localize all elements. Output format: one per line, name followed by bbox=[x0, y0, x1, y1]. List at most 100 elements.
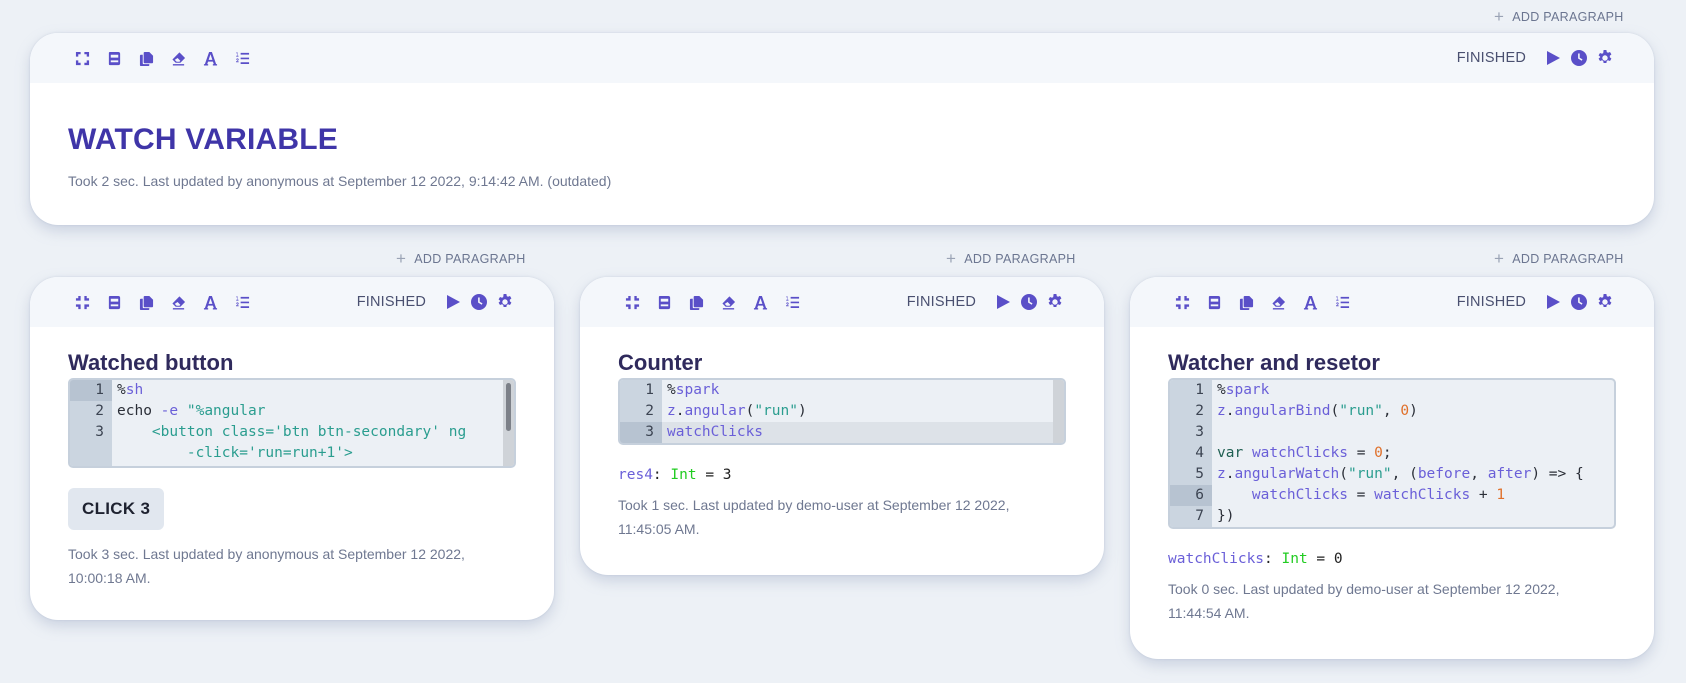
add-paragraph-label: ADD PARAGRAPH bbox=[964, 251, 1076, 266]
scrollbar-thumb[interactable] bbox=[506, 383, 511, 431]
play-icon[interactable] bbox=[994, 293, 1012, 311]
code-line: watchClicks bbox=[662, 422, 1064, 443]
code-lines: %spark z.angular("run") watchClicks bbox=[662, 380, 1064, 443]
code-line: %sh bbox=[117, 382, 144, 398]
line-number: 1 bbox=[645, 382, 654, 398]
code-line: z.angularBind("run", 0) bbox=[1217, 403, 1418, 419]
code-line: var watchClicks = 0; bbox=[1217, 445, 1392, 461]
font-icon[interactable] bbox=[194, 292, 226, 312]
result-variable: res4 bbox=[618, 467, 653, 483]
copy-icon[interactable] bbox=[1230, 292, 1262, 312]
add-paragraph-label: ADD PARAGRAPH bbox=[1512, 9, 1624, 24]
line-numbers-icon[interactable] bbox=[226, 48, 258, 68]
eraser-icon[interactable] bbox=[162, 292, 194, 312]
code-lines: %spark z.angularBind("run", 0) var watch… bbox=[1212, 380, 1614, 527]
line-number: 6 bbox=[1170, 485, 1212, 506]
gear-icon[interactable] bbox=[1596, 293, 1614, 311]
line-number: 5 bbox=[1195, 466, 1204, 482]
add-paragraph-button[interactable]: + ADD PARAGRAPH bbox=[1494, 250, 1624, 267]
paragraph-title: Watcher and resetor bbox=[1168, 350, 1380, 375]
line-number: 4 bbox=[1195, 445, 1204, 461]
line-number bbox=[70, 443, 112, 464]
eraser-icon[interactable] bbox=[162, 48, 194, 68]
line-number: 3 bbox=[620, 422, 662, 443]
line-numbers-icon[interactable] bbox=[226, 292, 258, 312]
paragraph-meta: Took 0 sec. Last updated by demo-user at… bbox=[1168, 581, 1560, 621]
code-editor[interactable]: 1 2 3 4 5 6 7 %spark z.angularBind("run"… bbox=[1168, 378, 1616, 529]
line-number: 2 bbox=[95, 403, 104, 419]
line-number: 3 bbox=[95, 424, 104, 440]
line-number: 2 bbox=[1195, 403, 1204, 419]
expand-icon[interactable] bbox=[66, 48, 98, 68]
play-icon[interactable] bbox=[444, 293, 462, 311]
collapse-icon[interactable] bbox=[616, 292, 648, 312]
editor-gutter: 1 2 3 bbox=[70, 380, 112, 466]
add-paragraph-button[interactable]: + ADD PARAGRAPH bbox=[396, 250, 526, 267]
line-number: 7 bbox=[1195, 508, 1204, 524]
clock-icon[interactable] bbox=[1570, 49, 1588, 67]
paragraph-meta: Took 2 sec. Last updated by anonymous at… bbox=[68, 173, 612, 189]
collapse-icon[interactable] bbox=[66, 292, 98, 312]
status-badge: FINISHED bbox=[906, 294, 976, 310]
line-numbers-icon[interactable] bbox=[776, 292, 808, 312]
paragraph-meta: Took 3 sec. Last updated by anonymous at… bbox=[68, 546, 465, 586]
paragraph-counter: FINISHED Counter 1 2 3 %spark z.angular(… bbox=[580, 277, 1104, 575]
editor-scrollbar[interactable] bbox=[503, 380, 514, 466]
code-line: watchClicks = watchClicks + 1 bbox=[1251, 487, 1506, 503]
clock-icon[interactable] bbox=[1020, 293, 1038, 311]
add-paragraph-button[interactable]: + ADD PARAGRAPH bbox=[1494, 8, 1624, 25]
play-icon[interactable] bbox=[1544, 293, 1562, 311]
line-number: 2 bbox=[645, 403, 654, 419]
paragraph-watcher-and-resetor: FINISHED Watcher and resetor 1 2 3 4 5 6… bbox=[1130, 277, 1654, 659]
book-icon[interactable] bbox=[1198, 292, 1230, 312]
paragraph-title: Watched button bbox=[68, 350, 234, 375]
result-type: Int bbox=[1281, 551, 1308, 567]
add-paragraph-button[interactable]: + ADD PARAGRAPH bbox=[946, 250, 1076, 267]
copy-icon[interactable] bbox=[680, 292, 712, 312]
paragraph-watch-variable: FINISHED WATCH VARIABLE Took 2 sec. Last… bbox=[30, 33, 1654, 225]
gear-icon[interactable] bbox=[496, 293, 514, 311]
line-number: 1 bbox=[1195, 382, 1204, 398]
clock-icon[interactable] bbox=[1570, 293, 1588, 311]
result-variable: watchClicks bbox=[1168, 551, 1265, 567]
gear-icon[interactable] bbox=[1596, 49, 1614, 67]
paragraph-toolbar: FINISHED bbox=[580, 277, 1104, 327]
plus-icon: + bbox=[946, 249, 957, 268]
code-line: -click='run=run+1'> bbox=[117, 445, 353, 461]
paragraph-meta: Took 1 sec. Last updated by demo-user at… bbox=[618, 497, 1010, 537]
result-type: Int bbox=[670, 467, 697, 483]
eraser-icon[interactable] bbox=[712, 292, 744, 312]
editor-scrollbar[interactable] bbox=[1053, 380, 1064, 443]
eraser-icon[interactable] bbox=[1262, 292, 1294, 312]
add-paragraph-label: ADD PARAGRAPH bbox=[414, 251, 526, 266]
code-editor[interactable]: 1 2 3 %sh echo -e "%angular <button clas… bbox=[68, 378, 516, 468]
play-icon[interactable] bbox=[1544, 49, 1562, 67]
gear-icon[interactable] bbox=[1046, 293, 1064, 311]
status-badge: FINISHED bbox=[1456, 294, 1526, 310]
font-icon[interactable] bbox=[1294, 292, 1326, 312]
code-line: echo -e "%angular bbox=[117, 403, 266, 419]
result-value: 0 bbox=[1333, 551, 1343, 567]
copy-icon[interactable] bbox=[130, 48, 162, 68]
font-icon[interactable] bbox=[744, 292, 776, 312]
copy-icon[interactable] bbox=[130, 292, 162, 312]
paragraph-result: res4: Int = 3 bbox=[618, 467, 732, 483]
book-icon[interactable] bbox=[98, 48, 130, 68]
line-numbers-icon[interactable] bbox=[1326, 292, 1358, 312]
book-icon[interactable] bbox=[648, 292, 680, 312]
book-icon[interactable] bbox=[98, 292, 130, 312]
editor-gutter: 1 2 3 bbox=[620, 380, 662, 443]
code-line: }) bbox=[1217, 508, 1235, 524]
code-editor[interactable]: 1 2 3 %spark z.angular("run") watchClick… bbox=[618, 378, 1066, 445]
code-line: z.angularWatch("run", (before, after) =>… bbox=[1217, 466, 1584, 482]
font-icon[interactable] bbox=[194, 48, 226, 68]
code-lines: %sh echo -e "%angular <button class='btn… bbox=[112, 380, 514, 466]
line-number: 1 bbox=[70, 380, 112, 401]
click-button[interactable]: CLICK 3 bbox=[68, 488, 165, 530]
clock-icon[interactable] bbox=[470, 293, 488, 311]
paragraph-title: WATCH VARIABLE bbox=[68, 123, 339, 156]
plus-icon: + bbox=[396, 249, 407, 268]
plus-icon: + bbox=[1494, 7, 1505, 26]
collapse-icon[interactable] bbox=[1166, 292, 1198, 312]
code-line: %spark bbox=[667, 382, 720, 398]
